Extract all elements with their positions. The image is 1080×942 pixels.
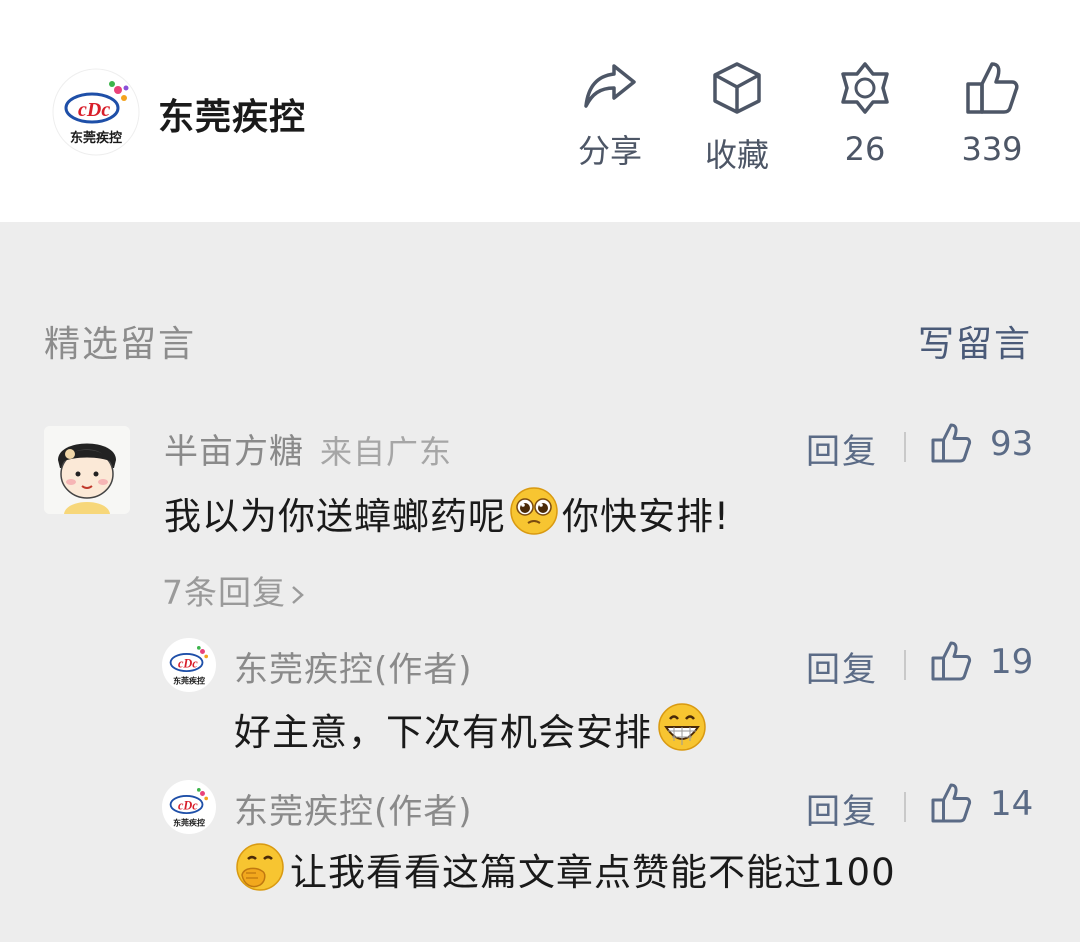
share-icon (584, 64, 636, 108)
commenter-avatar[interactable] (44, 426, 130, 514)
thumbs-up-icon (966, 62, 1019, 114)
comment-like-button[interactable] (930, 422, 972, 468)
svg-text:cDc: cDc (178, 656, 198, 670)
pleading-face-emoji-icon (508, 485, 560, 546)
divider (904, 650, 906, 680)
divider (904, 432, 906, 462)
article-toolbar: cDc 东莞疾控 东莞疾控 分享 收藏 26 339 (0, 0, 1080, 222)
share-button[interactable]: 分享 (555, 60, 665, 172)
svg-text:东莞疾控: 东莞疾控 (173, 817, 205, 827)
hand-over-mouth-emoji-icon (232, 841, 288, 902)
reply-button[interactable]: 回复 (806, 784, 878, 833)
reply-text: 让我看看这篇文章点赞能不能过100 (232, 842, 896, 902)
like-button[interactable]: 339 (937, 60, 1047, 168)
account-logo[interactable]: cDc 东莞疾控 (52, 68, 140, 156)
reply-button[interactable]: 回复 (806, 642, 878, 691)
commenter-nickname[interactable]: 半亩方糖 (164, 432, 304, 472)
author-avatar[interactable]: cDc 东莞疾控 (162, 780, 216, 834)
reply-text-content: 让我看看这篇文章点赞能不能过100 (290, 851, 896, 894)
comment-text: 我以为你送蟑螂药呢 你快安排! (164, 486, 730, 546)
reply-button[interactable]: 回复 (806, 424, 878, 473)
thumbs-up-icon (931, 641, 972, 681)
chevron-right-icon (292, 585, 304, 604)
grinning-face-emoji-icon (654, 701, 710, 762)
comment-like-count: 93 (990, 424, 1034, 464)
thumbs-up-icon (931, 423, 972, 463)
favorite-button[interactable]: 收藏 (682, 60, 792, 176)
like-count: 339 (961, 130, 1023, 168)
divider (904, 792, 906, 822)
commenter-name[interactable]: 半亩方糖 来自广东 (164, 424, 452, 473)
svg-text:东莞疾控: 东莞疾控 (173, 675, 205, 685)
wow-count: 26 (844, 130, 886, 168)
svg-text:cDc: cDc (178, 798, 198, 812)
cube-icon (713, 62, 761, 114)
wow-button[interactable]: 26 (810, 60, 920, 168)
comment-text-end: 你快安排! (562, 495, 730, 538)
account-name[interactable]: 东莞疾控 (158, 88, 306, 140)
commenter-location: 来自广东 (320, 433, 453, 471)
reply-author-name[interactable]: 东莞疾控(作者) (234, 642, 473, 691)
share-label: 分享 (577, 132, 642, 170)
featured-comments-title: 精选留言 (44, 324, 197, 365)
reply-like-button[interactable] (930, 782, 972, 828)
more-replies-label: 7条回复 (162, 573, 286, 612)
svg-text:cDc: cDc (78, 99, 110, 121)
favorite-label: 收藏 (704, 136, 769, 174)
reply-like-count: 19 (990, 642, 1034, 682)
comment-text-start: 我以为你送蟑螂药呢 (164, 495, 506, 538)
thumbs-up-icon (931, 783, 972, 823)
wow-star-icon (841, 62, 889, 114)
reply-text-content: 好主意，下次有机会安排 (234, 711, 652, 754)
svg-text:东莞疾控: 东莞疾控 (70, 130, 122, 146)
reply-like-button[interactable] (930, 640, 972, 686)
reply-like-count: 14 (990, 784, 1034, 824)
reply-author-name[interactable]: 东莞疾控(作者) (234, 784, 473, 833)
author-avatar[interactable]: cDc 东莞疾控 (162, 638, 216, 692)
more-replies-link[interactable]: 7条回复 (162, 566, 308, 614)
reply-text: 好主意，下次有机会安排 (234, 702, 712, 762)
write-comment-button[interactable]: 写留言 (918, 315, 1032, 367)
